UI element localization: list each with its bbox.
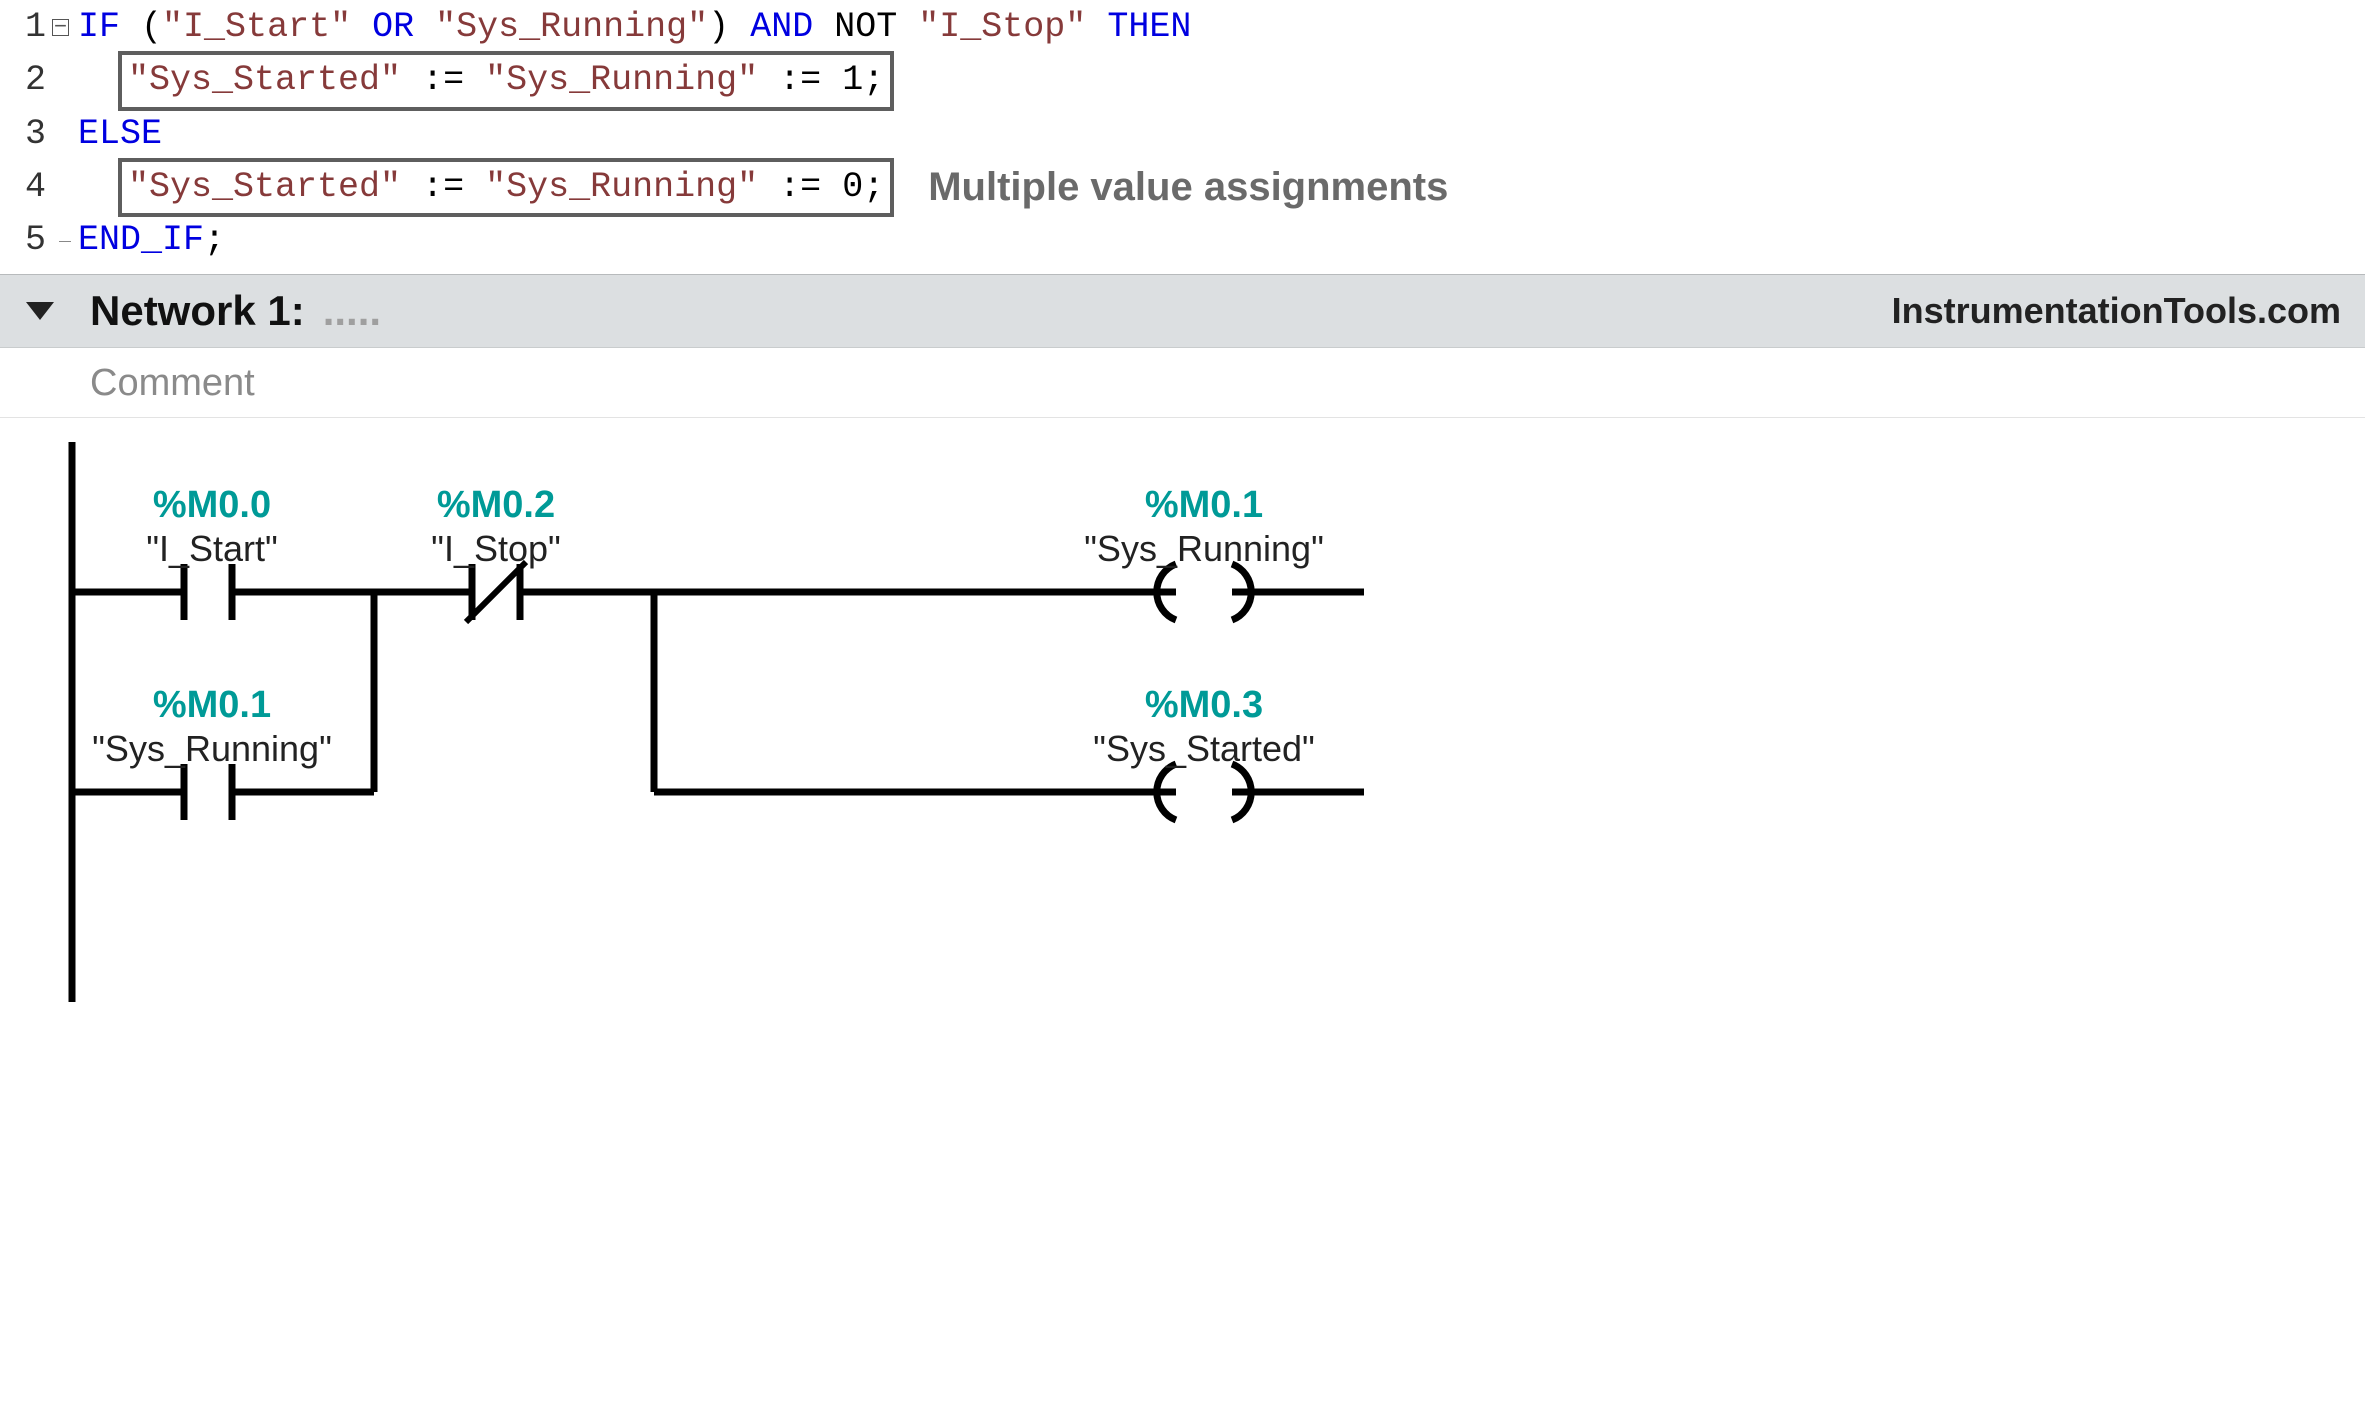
kw-if: IF — [78, 4, 120, 51]
paren-open: ( — [141, 4, 162, 51]
semicolon: ; — [204, 217, 225, 264]
semicolon: ; — [863, 164, 884, 211]
code-line-4: 4 "Sys_Started" := "Sys_Running" := 0 ; … — [6, 158, 2359, 217]
kw-not: NOT — [834, 4, 897, 51]
var-sys-started: "Sys_Started" — [128, 164, 401, 211]
var-sys-running: "Sys_Running" — [485, 57, 758, 104]
ladder-diagram[interactable]: %M0.0 "I_Start" %M0.2 "I_Stop" %M0.1 "Sy… — [64, 442, 2325, 1002]
comment-placeholder: Comment — [90, 362, 255, 404]
network-comment-field[interactable]: Comment — [0, 348, 2365, 418]
network-title: Network 1: — [90, 287, 305, 335]
fold-gutter[interactable]: − — [52, 19, 76, 36]
semicolon: ; — [863, 57, 884, 104]
code-line-1: 1 − IF ( "I_Start" OR "Sys_Running" ) AN… — [6, 4, 2359, 51]
assign-op: := — [422, 57, 464, 104]
assign-op: := — [779, 57, 821, 104]
ladder-contact-i-stop[interactable]: %M0.2 "I_Stop" — [431, 484, 561, 569]
kw-and: AND — [750, 4, 813, 51]
network-title-placeholder[interactable]: ..... — [323, 287, 381, 335]
brand-label: InstrumentationTools.com — [1892, 290, 2341, 332]
kw-then: THEN — [1107, 4, 1191, 51]
annotation-text: Multiple value assignments — [928, 160, 1448, 214]
boxed-assignment-1: "Sys_Started" := "Sys_Running" := 1 ; — [118, 51, 894, 110]
paren-close: ) — [708, 4, 729, 51]
scl-code-editor[interactable]: 1 − IF ( "I_Start" OR "Sys_Running" ) AN… — [0, 0, 2365, 274]
var-sys-running: "Sys_Running" — [435, 4, 708, 51]
ladder-contact-sys-running[interactable]: %M0.1 "Sys_Running" — [92, 684, 332, 769]
kw-else: ELSE — [78, 111, 162, 158]
line-number: 2 — [6, 57, 52, 104]
boxed-assignment-2: "Sys_Started" := "Sys_Running" := 0 ; — [118, 158, 894, 217]
ladder-contact-i-start[interactable]: %M0.0 "I_Start" — [146, 484, 278, 569]
code-line-5: 5 END_IF ; — [6, 217, 2359, 264]
literal-0: 0 — [842, 164, 863, 211]
code-line-3: 3 ELSE — [6, 111, 2359, 158]
code-line-2: 2 "Sys_Started" := "Sys_Running" := 1 ; — [6, 51, 2359, 110]
literal-1: 1 — [842, 57, 863, 104]
ladder-coil-sys-started[interactable]: %M0.3 "Sys_Started" — [1093, 684, 1315, 769]
kw-or: OR — [372, 4, 414, 51]
line-number: 3 — [6, 111, 52, 158]
var-i-stop: "I_Stop" — [918, 4, 1086, 51]
assign-op: := — [779, 164, 821, 211]
line-number: 5 — [6, 217, 52, 264]
assign-op: := — [422, 164, 464, 211]
var-i-start: "I_Start" — [162, 4, 351, 51]
var-sys-started: "Sys_Started" — [128, 57, 401, 104]
fold-minus-icon[interactable]: − — [52, 19, 69, 36]
kw-endif: END_IF — [78, 217, 204, 264]
line-number: 1 — [6, 4, 52, 51]
collapse-triangle-icon[interactable] — [26, 302, 54, 320]
var-sys-running: "Sys_Running" — [485, 164, 758, 211]
line-number: 4 — [6, 164, 52, 211]
ladder-coil-sys-running[interactable]: %M0.1 "Sys_Running" — [1084, 484, 1324, 569]
network-header: Network 1: ..... InstrumentationTools.co… — [0, 274, 2365, 348]
